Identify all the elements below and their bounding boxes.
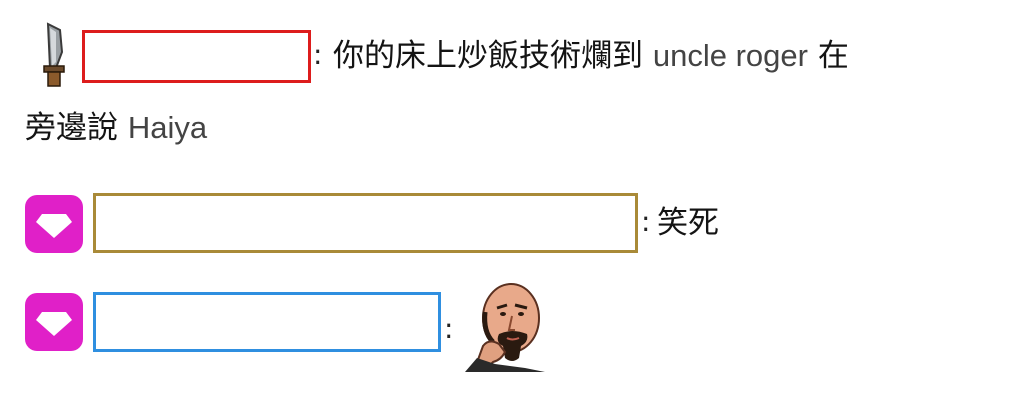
knife-icon bbox=[43, 22, 65, 87]
message-text-line-2: 旁邊說 Haiya bbox=[25, 108, 207, 148]
message-separator: : bbox=[444, 312, 454, 345]
message-separator: : bbox=[313, 38, 323, 71]
message-text-cjk: 在 bbox=[817, 38, 849, 74]
message-text-latin: uncle roger bbox=[652, 38, 808, 73]
username-box[interactable] bbox=[93, 193, 638, 253]
message-text-latin: Haiya bbox=[127, 110, 208, 145]
diamond-icon bbox=[25, 195, 83, 253]
username-box[interactable] bbox=[82, 30, 311, 83]
diamond-icon bbox=[25, 293, 83, 351]
message-text: 笑死 bbox=[657, 205, 719, 241]
message-text-line-1: 你的床上炒飯技術爛到 uncle roger 在 bbox=[333, 36, 849, 76]
message-separator: : bbox=[641, 205, 651, 238]
message-text-cjk: 旁邊說 bbox=[25, 110, 118, 146]
bald-man-thinking-emote bbox=[465, 283, 545, 372]
message-text-cjk: 你的床上炒飯技術爛到 bbox=[333, 38, 643, 74]
username-box[interactable] bbox=[93, 292, 441, 352]
